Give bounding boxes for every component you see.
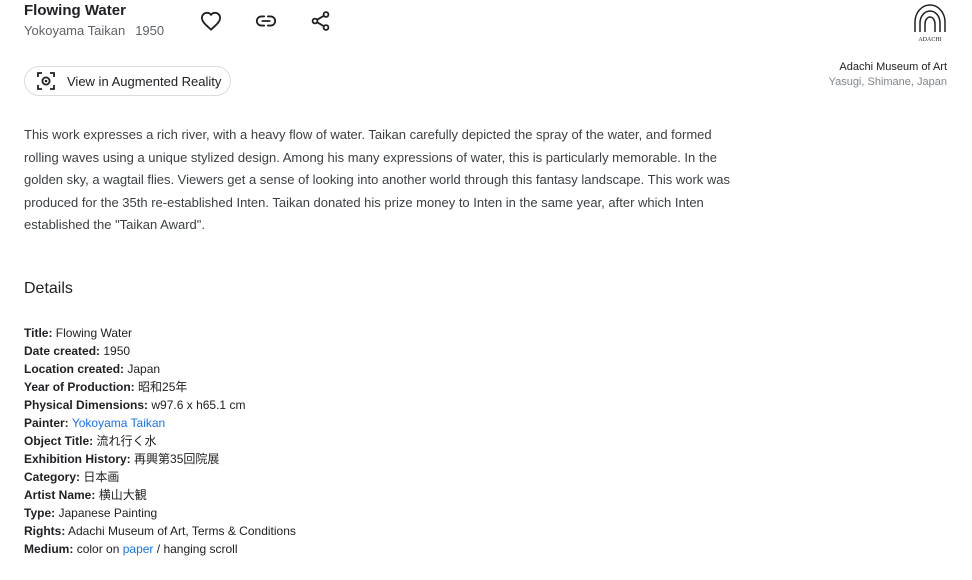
- share-icon: [311, 11, 330, 31]
- artwork-title: Flowing Water: [24, 2, 126, 19]
- detail-artist-name: Artist Name: 横山大観: [24, 486, 296, 504]
- museum-logo[interactable]: ADACHI: [911, 0, 949, 46]
- detail-value: Japan: [127, 362, 161, 376]
- detail-painter: Painter: Yokoyama Taikan: [24, 414, 296, 432]
- artist-name[interactable]: Yokoyama Taikan: [24, 23, 125, 38]
- detail-label: Category:: [24, 470, 81, 484]
- museum-name[interactable]: Adachi Museum of Art: [839, 61, 947, 73]
- detail-value: 流れ行く水: [96, 434, 157, 448]
- detail-value: 1950: [103, 344, 131, 358]
- detail-location-created: Location created: Japan: [24, 360, 296, 378]
- detail-type: Type: Japanese Painting: [24, 504, 296, 522]
- artwork-subtitle: Yokoyama Taikan 1950: [24, 23, 164, 38]
- link-icon: [255, 15, 277, 27]
- detail-physical-dimensions: Physical Dimensions: w97.6 x h65.1 cm: [24, 396, 296, 414]
- detail-medium: Medium: color on paper / hanging scroll: [24, 540, 296, 558]
- augmented-reality-icon: [37, 72, 55, 90]
- detail-label: Object Title:: [24, 434, 94, 448]
- detail-value: 横山大観: [98, 488, 147, 502]
- share-button[interactable]: [308, 8, 334, 34]
- detail-rights: Rights: Adachi Museum of Art, Terms & Co…: [24, 522, 296, 540]
- detail-label: Location created:: [24, 362, 125, 376]
- detail-label: Artist Name:: [24, 488, 96, 502]
- detail-date-created: Date created: 1950: [24, 342, 296, 360]
- detail-label: Type:: [24, 506, 56, 520]
- medium-paper-link[interactable]: paper: [123, 542, 154, 556]
- detail-year-of-production: Year of Production: 昭和25年: [24, 378, 296, 396]
- detail-label: Painter:: [24, 416, 69, 430]
- favorite-button[interactable]: [198, 8, 224, 34]
- museum-logo-text: ADACHI: [918, 37, 941, 43]
- detail-label: Date created:: [24, 344, 101, 358]
- detail-label: Physical Dimensions:: [24, 398, 149, 412]
- link-button[interactable]: [253, 8, 279, 34]
- painter-link[interactable]: Yokoyama Taikan: [72, 416, 165, 430]
- detail-label: Rights:: [24, 524, 66, 538]
- details-list: Title: Flowing Water Date created: 1950 …: [24, 324, 296, 558]
- detail-label: Exhibition History:: [24, 452, 131, 466]
- detail-category: Category: 日本画: [24, 468, 296, 486]
- detail-value: w97.6 x h65.1 cm: [151, 398, 246, 412]
- detail-label: Year of Production:: [24, 380, 135, 394]
- detail-value: Flowing Water: [55, 326, 133, 340]
- detail-label: Medium:: [24, 542, 74, 556]
- medium-prefix: color on: [76, 542, 120, 556]
- museum-location: Yasugi, Shimane, Japan: [828, 76, 947, 88]
- detail-value: 昭和25年: [138, 380, 188, 394]
- detail-value: 日本画: [83, 470, 120, 484]
- details-heading: Details: [24, 280, 73, 297]
- view-in-ar-button[interactable]: View in Augmented Reality: [24, 66, 231, 96]
- detail-value: Adachi Museum of Art, Terms & Conditions: [68, 524, 296, 538]
- detail-label: Title:: [24, 326, 53, 340]
- detail-exhibition-history: Exhibition History: 再興第35回院展: [24, 450, 296, 468]
- ar-button-label: View in Augmented Reality: [67, 73, 222, 89]
- heart-icon: [200, 11, 222, 31]
- detail-value: 再興第35回院展: [134, 452, 220, 466]
- artwork-year: 1950: [135, 23, 165, 38]
- artwork-description: This work expresses a rich river, with a…: [24, 127, 730, 233]
- detail-value: Japanese Painting: [58, 506, 158, 520]
- detail-object-title: Object Title: 流れ行く水: [24, 432, 296, 450]
- medium-suffix: / hanging scroll: [156, 542, 238, 556]
- detail-title: Title: Flowing Water: [24, 324, 296, 342]
